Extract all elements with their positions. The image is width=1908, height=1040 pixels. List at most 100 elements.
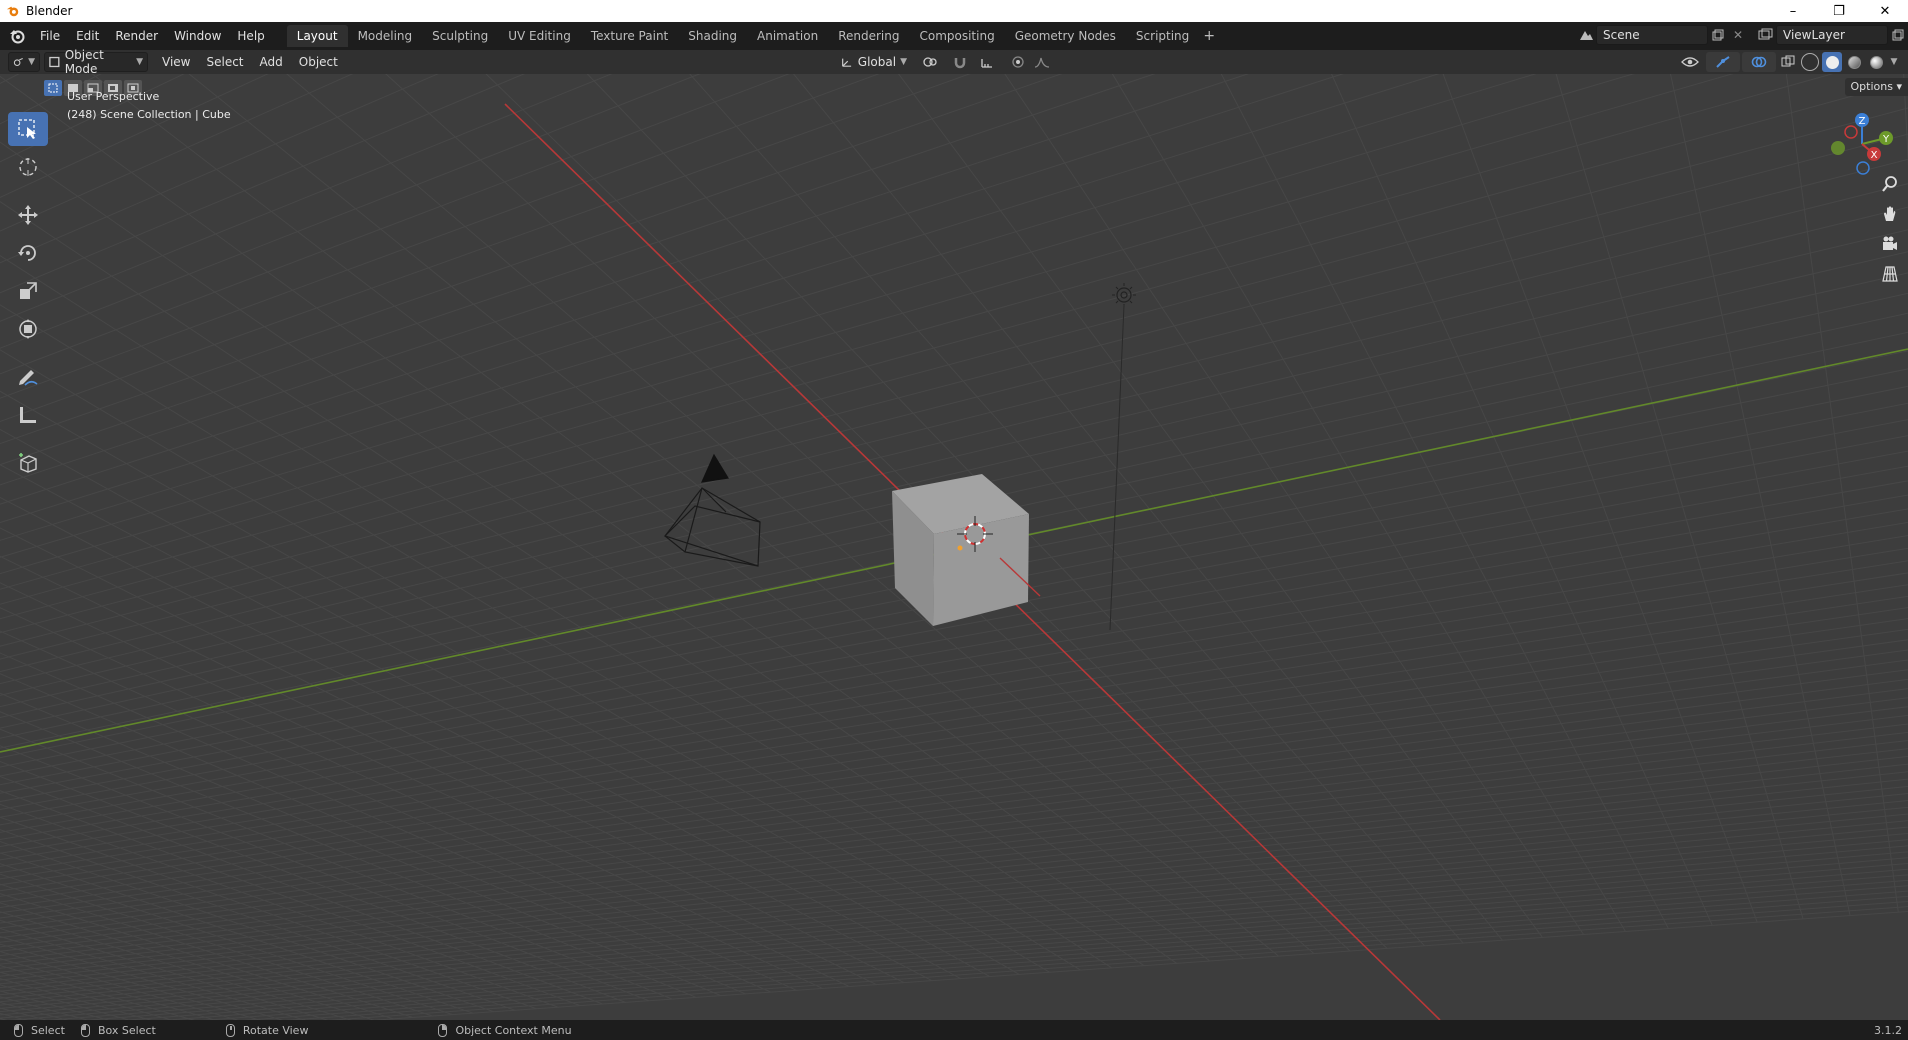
tool-shelf [8, 112, 48, 480]
xray-toggle-icon[interactable] [1778, 52, 1798, 72]
annotate-icon[interactable] [8, 360, 48, 394]
transform-orientation-dropdown[interactable]: Global ▼ [836, 52, 912, 72]
pivot-point-icon[interactable] [916, 52, 946, 72]
rotate-icon[interactable] [8, 236, 48, 270]
scene-selector-icon[interactable] [1576, 25, 1596, 45]
tab-layout[interactable]: Layout [286, 25, 348, 47]
select-new-icon[interactable] [44, 80, 62, 96]
options-label: Options [1850, 80, 1893, 93]
status-select-label: Select [31, 1023, 65, 1037]
menu-file[interactable]: File [32, 25, 68, 47]
menu-window[interactable]: Window [166, 25, 229, 47]
transform-orientation-label: Global [857, 55, 897, 69]
grid-line [0, 652, 772, 993]
view-layer-name-field[interactable]: ViewLayer [1776, 25, 1888, 45]
navigation-gizmo[interactable]: Z Y X [1818, 104, 1908, 304]
tab-sculpting[interactable]: Sculpting [422, 25, 498, 47]
menu-help[interactable]: Help [229, 25, 272, 47]
grid-line [0, 74, 1007, 654]
tab-modeling[interactable]: Modeling [348, 25, 423, 47]
3d-viewport[interactable]: User Perspective (248) Scene Collection … [0, 74, 1908, 1020]
tab-geometry-nodes[interactable]: Geometry Nodes [1005, 25, 1126, 47]
blender-menu-icon[interactable] [8, 27, 26, 45]
tab-uv-editing[interactable]: UV Editing [498, 25, 581, 47]
move-icon[interactable] [8, 198, 48, 232]
gizmo-toggle-icon[interactable] [1706, 52, 1740, 72]
mouse-middle-icon [225, 1023, 235, 1037]
restore-icon[interactable]: ❐ [1816, 0, 1862, 22]
proportional-falloff-icon[interactable] [1032, 52, 1052, 72]
cursor-icon[interactable] [8, 150, 48, 184]
perspective-label: User Perspective [67, 90, 160, 103]
camera-view-icon[interactable] [1878, 232, 1902, 256]
grid-line [0, 74, 526, 294]
close-icon[interactable]: ✕ [1862, 0, 1908, 22]
pan-hand-icon[interactable] [1878, 202, 1902, 226]
grid-line [0, 349, 1050, 973]
grid-line [689, 74, 1464, 944]
proportional-editing-icon[interactable] [1008, 52, 1028, 72]
tab-shading[interactable]: Shading [678, 25, 747, 47]
grid-line [0, 229, 1908, 685]
editor-type-dropdown[interactable]: ▼ [8, 52, 40, 72]
material-shading-icon[interactable] [1844, 52, 1864, 72]
zoom-icon[interactable] [1878, 172, 1902, 196]
menu-render[interactable]: Render [107, 25, 166, 47]
gizmo-x-label: X [1871, 150, 1878, 161]
menu-edit[interactable]: Edit [68, 25, 107, 47]
menu-view[interactable]: View [154, 55, 198, 69]
measure-icon[interactable] [8, 398, 48, 432]
version-label: 3.1.2 [1874, 1023, 1902, 1037]
rendered-shading-icon[interactable] [1866, 52, 1886, 72]
grid-line [0, 74, 1908, 729]
new-view-layer-icon[interactable] [1888, 25, 1908, 45]
viewport-scene[interactable] [0, 74, 1908, 1020]
visibility-icon[interactable] [1676, 52, 1704, 72]
cube-object[interactable] [892, 474, 1041, 626]
shading-options-chevron-icon[interactable]: ▼ [1888, 52, 1900, 72]
select-box-icon[interactable] [8, 112, 48, 146]
menu-select[interactable]: Select [198, 55, 251, 69]
grid-line [0, 107, 1908, 620]
minimize-icon[interactable]: – [1770, 0, 1816, 22]
perspective-toggle-icon[interactable] [1878, 262, 1902, 286]
camera-object[interactable] [664, 453, 761, 567]
mouse-left-icon [14, 1023, 23, 1037]
scale-icon[interactable] [8, 274, 48, 308]
grid-line [0, 74, 1635, 558]
status-rotate-view: Rotate View [225, 1023, 308, 1037]
snap-target-icon[interactable] [974, 52, 1004, 72]
options-dropdown[interactable]: Options ▾ [1844, 78, 1908, 96]
collection-label: (248) Scene Collection | Cube [67, 108, 231, 121]
delete-scene-icon[interactable]: ✕ [1728, 25, 1748, 45]
tab-scripting[interactable]: Scripting [1126, 25, 1199, 47]
3d-viewport-icon [13, 58, 23, 66]
grid-line [0, 74, 971, 422]
window-title: Blender [26, 4, 73, 18]
menu-object[interactable]: Object [291, 55, 346, 69]
object-mode-dropdown[interactable]: Object Mode ▼ [44, 48, 148, 76]
scene-name-field[interactable]: Scene [1596, 25, 1708, 45]
wireframe-shading-icon[interactable] [1800, 52, 1820, 72]
tab-animation[interactable]: Animation [747, 25, 828, 47]
grid-line [0, 350, 1908, 749]
snap-toggle-icon[interactable] [950, 52, 970, 72]
menu-add[interactable]: Add [252, 55, 291, 69]
tab-compositing[interactable]: Compositing [909, 25, 1004, 47]
add-cube-icon[interactable] [8, 446, 48, 480]
light-object[interactable] [1109, 283, 1136, 631]
new-scene-icon[interactable] [1708, 25, 1728, 45]
status-context-menu: Object Context Menu [438, 1023, 572, 1037]
add-workspace-button[interactable]: + [1199, 25, 1219, 47]
tab-rendering[interactable]: Rendering [828, 25, 909, 47]
view-layer-selector-icon[interactable] [1756, 25, 1776, 45]
tab-texture-paint[interactable]: Texture Paint [581, 25, 678, 47]
object-mode-label: Object Mode [64, 48, 104, 76]
transform-icon[interactable] [8, 312, 48, 346]
overlays-toggle-icon[interactable] [1742, 52, 1776, 72]
chevron-down-icon: ▼ [28, 57, 35, 67]
solid-shading-icon[interactable] [1822, 52, 1842, 72]
object-mode-icon [49, 56, 60, 68]
grid-line [0, 911, 352, 1020]
chevron-down-icon: ▼ [900, 57, 907, 67]
